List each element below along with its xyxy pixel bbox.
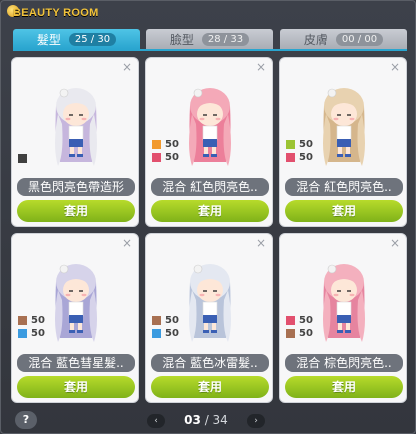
- remove-icon[interactable]: ×: [122, 236, 132, 250]
- window-title: BEAUTY ROOM: [13, 7, 99, 19]
- tab-hair-count: 25 / 30: [68, 32, 117, 46]
- style-card[interactable]: × 50 50 混合 紅色閃亮色.. 套用: [145, 57, 273, 227]
- color-swatch-row: 50: [18, 327, 45, 339]
- character-preview: [323, 88, 365, 166]
- character-preview: [323, 264, 365, 342]
- remove-icon[interactable]: ×: [256, 236, 266, 250]
- apply-button[interactable]: 套用: [151, 376, 269, 398]
- tab-underline: [13, 49, 407, 51]
- color-swatch: [18, 315, 27, 325]
- page-separator: /: [200, 413, 213, 427]
- style-card[interactable]: × 50 50 混合 藍色冰雷髮.. 套用: [145, 233, 273, 403]
- color-mix-swatches: 50 50: [18, 314, 45, 340]
- color-swatch: [286, 315, 295, 325]
- color-swatch: [18, 153, 27, 163]
- help-button[interactable]: ?: [15, 411, 37, 429]
- apply-button[interactable]: 套用: [285, 376, 403, 398]
- tab-face[interactable]: 臉型 28 / 33: [146, 29, 273, 49]
- color-ratio: 50: [165, 151, 179, 163]
- color-swatch-row: 50: [152, 151, 179, 163]
- color-mix-swatches: 50 50: [286, 314, 313, 340]
- color-ratio: 50: [299, 327, 313, 339]
- style-name: 混合 紅色閃亮色..: [151, 178, 269, 196]
- color-swatch: [18, 328, 27, 338]
- color-ratio: 50: [299, 151, 313, 163]
- color-swatch-row: 50: [286, 151, 313, 163]
- apply-button[interactable]: 套用: [285, 200, 403, 222]
- style-name: 混合 紅色閃亮色..: [285, 178, 403, 196]
- next-page-button[interactable]: ›: [247, 414, 265, 428]
- style-name: 混合 藍色彗星髮..: [17, 354, 135, 372]
- style-card[interactable]: × 50 50 混合 棕色閃亮色.. 套用: [279, 233, 407, 403]
- tab-hair[interactable]: 髮型 25 / 30: [13, 29, 140, 49]
- color-swatch-row: 50: [18, 314, 45, 326]
- color-swatch: [286, 328, 295, 338]
- style-name: 混合 棕色閃亮色..: [285, 354, 403, 372]
- apply-button[interactable]: 套用: [17, 200, 135, 222]
- remove-icon[interactable]: ×: [390, 236, 400, 250]
- color-swatch: [152, 139, 161, 149]
- color-mix-swatches: 50 50: [286, 138, 313, 164]
- tab-hair-label: 髮型: [36, 32, 61, 47]
- character-preview: [55, 264, 97, 342]
- color-ratio: 50: [31, 327, 45, 339]
- tab-face-label: 臉型: [169, 32, 194, 47]
- tab-skin[interactable]: 皮膚 00 / 00: [280, 29, 407, 49]
- color-swatch-row: 50: [152, 138, 179, 150]
- style-name: 混合 藍色冰雷髮..: [151, 354, 269, 372]
- tab-skin-label: 皮膚: [303, 32, 328, 47]
- color-ratio: 50: [299, 314, 313, 326]
- color-mix-swatches: [18, 152, 31, 165]
- tab-face-count: 28 / 33: [201, 32, 250, 46]
- color-ratio: 50: [165, 327, 179, 339]
- color-swatch: [286, 152, 295, 162]
- color-swatch-row: 50: [152, 314, 179, 326]
- style-name: 黑色閃亮色帶造形: [17, 178, 135, 196]
- color-swatch: [286, 139, 295, 149]
- color-mix-swatches: 50 50: [152, 314, 179, 340]
- color-swatch-row: 50: [286, 327, 313, 339]
- remove-icon[interactable]: ×: [256, 60, 266, 74]
- page-current: 03: [184, 413, 201, 427]
- color-swatch: [152, 152, 161, 162]
- remove-icon[interactable]: ×: [122, 60, 132, 74]
- color-swatch: [152, 315, 161, 325]
- color-ratio: 50: [165, 314, 179, 326]
- color-swatch-row: [18, 152, 31, 164]
- character-preview: [189, 264, 231, 342]
- color-swatch-row: 50: [286, 314, 313, 326]
- tab-skin-count: 00 / 00: [335, 32, 384, 46]
- color-ratio: 50: [165, 138, 179, 150]
- apply-button[interactable]: 套用: [17, 376, 135, 398]
- apply-button[interactable]: 套用: [151, 200, 269, 222]
- color-ratio: 50: [31, 314, 45, 326]
- prev-page-button[interactable]: ‹: [147, 414, 165, 428]
- color-mix-swatches: 50 50: [152, 138, 179, 164]
- color-swatch-row: 50: [286, 138, 313, 150]
- remove-icon[interactable]: ×: [390, 60, 400, 74]
- beauty-room-window: BEAUTY ROOM 髮型 25 / 30 臉型 28 / 33 皮膚 00 …: [0, 0, 416, 434]
- style-card[interactable]: × 50 50 混合 藍色彗星髮.. 套用: [11, 233, 139, 403]
- color-swatch-row: 50: [152, 327, 179, 339]
- style-card[interactable]: × 黑色閃亮色帶造形套用: [11, 57, 139, 227]
- character-preview: [55, 88, 97, 166]
- title-bar: BEAUTY ROOM: [1, 1, 416, 27]
- style-card[interactable]: × 50 50 混合 紅色閃亮色.. 套用: [279, 57, 407, 227]
- color-swatch: [152, 328, 161, 338]
- pagination: ‹ 03 / 34 ›: [147, 413, 265, 428]
- page-total: 34: [212, 413, 228, 427]
- page-indicator: 03 / 34: [177, 413, 235, 427]
- color-ratio: 50: [299, 138, 313, 150]
- category-tabs: 髮型 25 / 30 臉型 28 / 33 皮膚 00 / 00: [13, 29, 407, 49]
- character-preview: [189, 88, 231, 166]
